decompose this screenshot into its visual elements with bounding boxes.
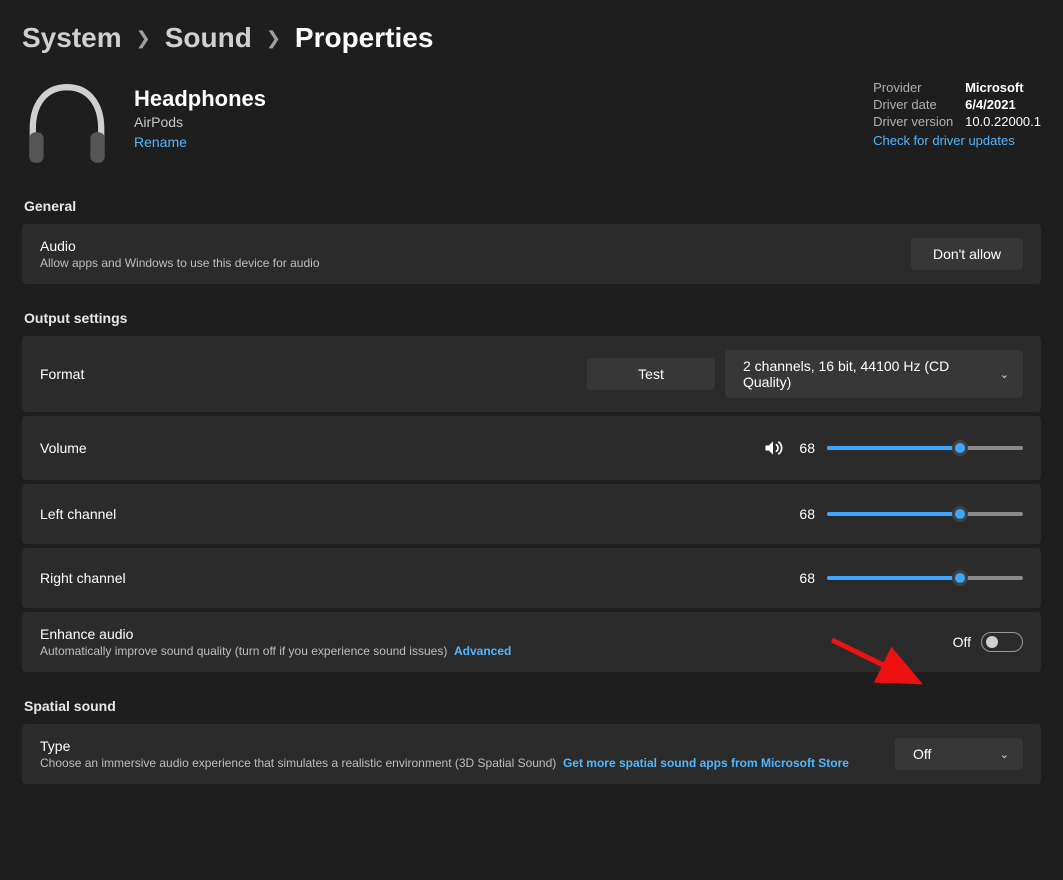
format-select[interactable]: 2 channels, 16 bit, 44100 Hz (CD Quality…	[725, 350, 1023, 398]
enhance-audio-card: Enhance audio Automatically improve soun…	[22, 612, 1041, 672]
enhance-toggle[interactable]	[981, 632, 1023, 652]
chevron-down-icon: ⌄	[1000, 368, 1009, 381]
enhance-toggle-state: Off	[953, 634, 971, 650]
driver-info: Provider Microsoft Driver date 6/4/2021 …	[873, 80, 1041, 148]
left-channel-value: 68	[795, 506, 815, 522]
spatial-type-select[interactable]: Off ⌄	[895, 738, 1023, 770]
device-title: Headphones	[134, 86, 266, 112]
spatial-type-desc: Choose an immersive audio experience tha…	[40, 756, 556, 770]
section-output-title: Output settings	[24, 310, 1041, 326]
get-more-spatial-link[interactable]: Get more spatial sound apps from Microso…	[563, 756, 849, 770]
section-general-title: General	[24, 198, 1041, 214]
chevron-down-icon: ⌄	[1000, 748, 1009, 761]
driver-date-label: Driver date	[873, 97, 965, 112]
breadcrumb: System ❯ Sound ❯ Properties	[22, 22, 1041, 54]
device-subtitle: AirPods	[134, 114, 266, 130]
crumb-sound[interactable]: Sound	[165, 22, 252, 54]
provider-value: Microsoft	[965, 80, 1024, 95]
spatial-type-label: Type	[40, 738, 895, 754]
volume-label: Volume	[40, 440, 763, 456]
chevron-right-icon: ❯	[266, 28, 281, 49]
general-audio-card: Audio Allow apps and Windows to use this…	[22, 224, 1041, 284]
right-channel-value: 68	[795, 570, 815, 586]
volume-slider[interactable]	[827, 441, 1023, 455]
right-channel-card: Right channel 68	[22, 548, 1041, 608]
format-label: Format	[40, 366, 587, 382]
spatial-type-value: Off	[913, 746, 931, 762]
audio-title: Audio	[40, 238, 911, 254]
rename-link[interactable]: Rename	[134, 134, 187, 150]
section-spatial-title: Spatial sound	[24, 698, 1041, 714]
chevron-right-icon: ❯	[136, 28, 151, 49]
left-channel-label: Left channel	[40, 506, 795, 522]
enhance-advanced-link[interactable]: Advanced	[454, 644, 511, 658]
crumb-properties: Properties	[295, 22, 434, 54]
format-select-value: 2 channels, 16 bit, 44100 Hz (CD Quality…	[743, 358, 988, 390]
volume-icon[interactable]	[763, 438, 783, 458]
driver-version-value: 10.0.22000.1	[965, 114, 1041, 129]
crumb-system[interactable]: System	[22, 22, 122, 54]
audio-desc: Allow apps and Windows to use this devic…	[40, 256, 911, 270]
spatial-type-card: Type Choose an immersive audio experienc…	[22, 724, 1041, 784]
provider-label: Provider	[873, 80, 965, 95]
headphones-icon	[22, 80, 112, 170]
test-button[interactable]: Test	[587, 358, 715, 390]
enhance-title: Enhance audio	[40, 626, 953, 642]
right-channel-label: Right channel	[40, 570, 795, 586]
volume-card: Volume 68	[22, 416, 1041, 480]
left-channel-slider[interactable]	[827, 507, 1023, 521]
enhance-desc: Automatically improve sound quality (tur…	[40, 644, 447, 658]
check-driver-updates-link[interactable]: Check for driver updates	[873, 133, 1015, 148]
right-channel-slider[interactable]	[827, 571, 1023, 585]
dont-allow-button[interactable]: Don't allow	[911, 238, 1023, 270]
format-card: Format Test 2 channels, 16 bit, 44100 Hz…	[22, 336, 1041, 412]
driver-date-value: 6/4/2021	[965, 97, 1016, 112]
driver-version-label: Driver version	[873, 114, 965, 129]
left-channel-card: Left channel 68	[22, 484, 1041, 544]
volume-value: 68	[795, 440, 815, 456]
